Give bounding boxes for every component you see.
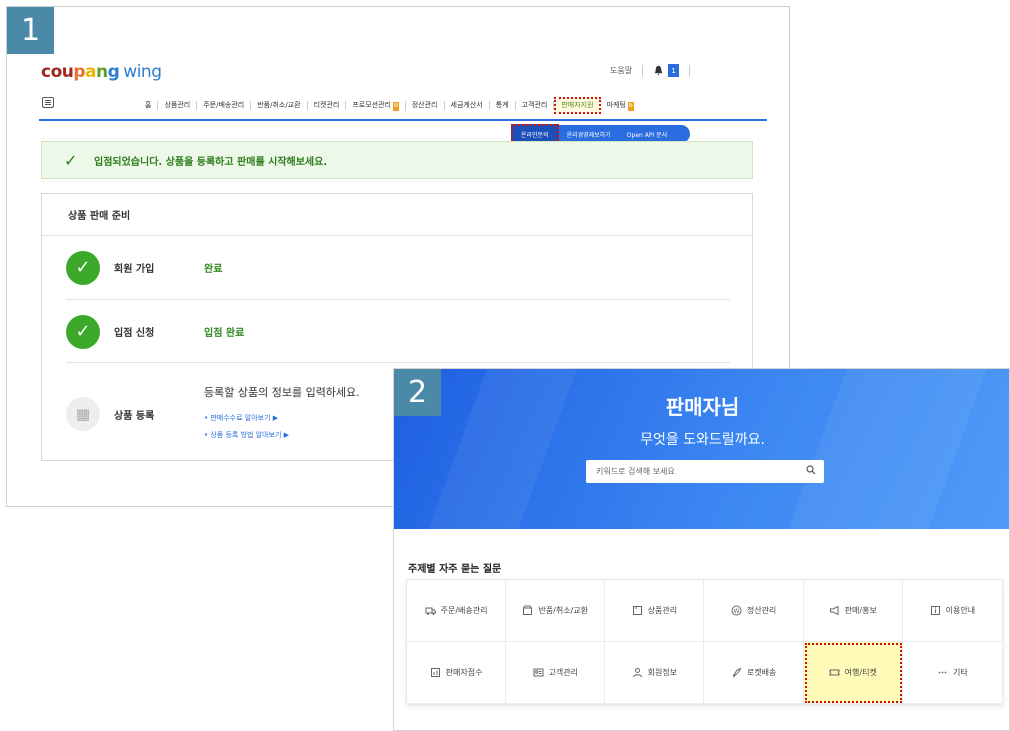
hero-title: 판매자님 xyxy=(665,395,740,419)
idcard-icon xyxy=(533,668,544,677)
step-row-signup: ✓ 회원 가입 완료 xyxy=(66,236,730,300)
check-circle-icon: ✓ xyxy=(66,314,100,349)
faq-category-주문/배송관리[interactable]: 주문/배송관리 xyxy=(407,580,507,642)
faq-section-title: 주제별 자주 묻는 질문 xyxy=(408,564,502,575)
check-circle-icon: ✓ xyxy=(66,250,100,285)
nav-item[interactable]: 프로모션관리 N xyxy=(346,100,406,111)
menu-icon[interactable] xyxy=(42,97,54,108)
step-row-application: ✓ 입점 신청 입점 완료 xyxy=(66,301,730,363)
svg-text:W: W xyxy=(733,608,739,615)
help-center-panel: 판매자님 무엇을 도와드릴까요. 키워드로 검색해 보세요 2 주제별 자주 묻… xyxy=(393,368,1010,731)
main-nav: 홈 상품관리 주문/배송관리 반품/취소/교환 티켓관리 프로모션관리 N 정산관리 세금계산서… xyxy=(39,91,767,121)
truck-icon xyxy=(425,607,436,615)
divider xyxy=(689,64,691,77)
check-icon: ✓ xyxy=(64,150,78,170)
step-badge: 1 xyxy=(7,7,54,54)
submenu-open-api-docs[interactable]: Open API 문서 xyxy=(619,130,675,139)
faq-category-여행/티켓[interactable]: 여행/티켓 xyxy=(803,642,903,704)
faq-category-로켓배송[interactable]: 로켓배송 xyxy=(704,642,804,704)
nav-item[interactable]: 주문/배송관리 xyxy=(197,101,252,110)
nav-item[interactable]: 고객관리 xyxy=(516,101,555,110)
registration-guide-link[interactable]: • 상품 등록 방법 알아보기 ▶ xyxy=(204,427,360,444)
faq-category-기타[interactable]: 기타 xyxy=(902,642,1002,704)
category-label: 판매/홍보 xyxy=(844,606,877,615)
faq-category-고객관리[interactable]: 고객관리 xyxy=(506,642,606,704)
gift-icon: ▦ xyxy=(66,397,100,431)
step-status: 입점 완료 xyxy=(204,328,245,339)
faq-category-이용안내[interactable]: 이용안내 xyxy=(902,580,1002,642)
box-icon xyxy=(523,605,533,615)
product-icon xyxy=(632,606,642,615)
help-hero-banner: 판매자님 무엇을 도와드릴까요. 키워드로 검색해 보세요 xyxy=(394,369,1009,529)
nav-item[interactable]: 통계 xyxy=(490,101,516,110)
faq-category-회원정보[interactable]: 회원정보 xyxy=(605,642,705,704)
faq-category-상품관리[interactable]: 상품관리 xyxy=(605,580,705,642)
step-description: 등록할 상품의 정보를 입력하세요. xyxy=(204,386,360,399)
nav-item[interactable]: 반품/취소/교환 xyxy=(251,101,308,110)
new-badge: N xyxy=(627,101,634,111)
step-label: 상품 등록 xyxy=(114,410,155,422)
coupang-wing-logo[interactable]: coupang wing xyxy=(41,62,162,82)
chart-icon xyxy=(430,668,440,677)
won-icon: W xyxy=(731,605,742,616)
faq-category-정산관리[interactable]: W 정산관리 xyxy=(704,580,804,642)
nav-item[interactable]: 세금계산서 xyxy=(445,101,490,110)
search-icon[interactable] xyxy=(806,465,816,475)
category-label: 이용안내 xyxy=(945,606,976,615)
top-utility-bar: 도움말 1 xyxy=(610,64,700,77)
dots-icon xyxy=(938,671,947,674)
info-icon xyxy=(930,606,940,615)
new-badge: N xyxy=(392,101,399,111)
category-label: 여행/티켓 xyxy=(844,668,877,677)
help-search-input[interactable]: 키워드로 검색해 보세요 xyxy=(586,460,824,483)
help-links: • 판매수수료 알아보기 ▶ • 상품 등록 방법 알아보기 ▶ xyxy=(204,410,360,444)
faq-category-판매/홍보[interactable]: 판매/홍보 xyxy=(803,580,903,642)
success-alert: ✓ 입점되었습니다. 상품을 등록하고 판매를 시작해보세요. xyxy=(41,141,753,179)
card-title: 상품 판매 준비 xyxy=(42,194,752,236)
alert-text: 입점되었습니다. 상품을 등록하고 판매를 시작해보세요. xyxy=(94,156,328,168)
category-label: 고객관리 xyxy=(548,668,578,677)
divider xyxy=(642,64,644,77)
category-label: 기타 xyxy=(953,668,968,677)
rocket-icon xyxy=(732,667,742,678)
step-label: 회원 가입 xyxy=(114,264,155,275)
faq-category-판매자점수[interactable]: 판매자점수 xyxy=(407,642,507,704)
nav-item[interactable]: 정산관리 xyxy=(406,101,445,110)
nav-item[interactable]: 상품관리 xyxy=(158,101,198,110)
category-label: 상품관리 xyxy=(647,606,678,615)
category-label: 회원정보 xyxy=(647,668,678,677)
fee-info-link[interactable]: • 판매수수료 알아보기 ▶ xyxy=(204,410,360,427)
step-detail: 등록할 상품의 정보를 입력하세요. • 판매수수료 알아보기 ▶ • 상품 등… xyxy=(204,384,360,444)
step-label: 입점 신청 xyxy=(114,328,155,339)
ticket-icon xyxy=(829,669,840,676)
nav-item[interactable]: 티켓관리 xyxy=(308,101,347,110)
category-label: 정산관리 xyxy=(746,606,777,615)
megaphone-icon xyxy=(829,605,839,616)
nav-item[interactable]: 마케팅 N xyxy=(601,101,640,111)
step-badge: 2 xyxy=(394,369,441,416)
nav-item[interactable]: 판매자지원 xyxy=(554,97,601,114)
category-label: 로켓배송 xyxy=(746,668,777,677)
submenu-ethics-report[interactable]: 윤리경영제보하기 xyxy=(559,130,619,139)
category-label: 주문/배송관리 xyxy=(440,606,488,615)
person-icon xyxy=(632,668,642,678)
hero-subtitle: 무엇을 도와드릴까요. xyxy=(640,432,765,448)
faq-category-grid: 주문/배송관리 반품/취소/교환 상품관리 W 정산관리 판매/홍보 이용안내판매자점수 고객… xyxy=(406,579,1003,705)
category-label: 판매자점수 xyxy=(445,668,483,677)
bell-icon[interactable] xyxy=(653,65,664,76)
step-status: 완료 xyxy=(204,264,223,275)
faq-category-반품/취소/교환[interactable]: 반품/취소/교환 xyxy=(506,580,606,642)
notification-count-badge[interactable]: 1 xyxy=(668,64,680,77)
nav-items: 홈 상품관리 주문/배송관리 반품/취소/교환 티켓관리 프로모션관리 N 정산관리 세금계산서… xyxy=(139,97,640,114)
nav-item[interactable]: 홈 xyxy=(139,101,159,110)
help-link[interactable]: 도움말 xyxy=(610,65,632,76)
category-label: 반품/취소/교환 xyxy=(538,606,589,615)
